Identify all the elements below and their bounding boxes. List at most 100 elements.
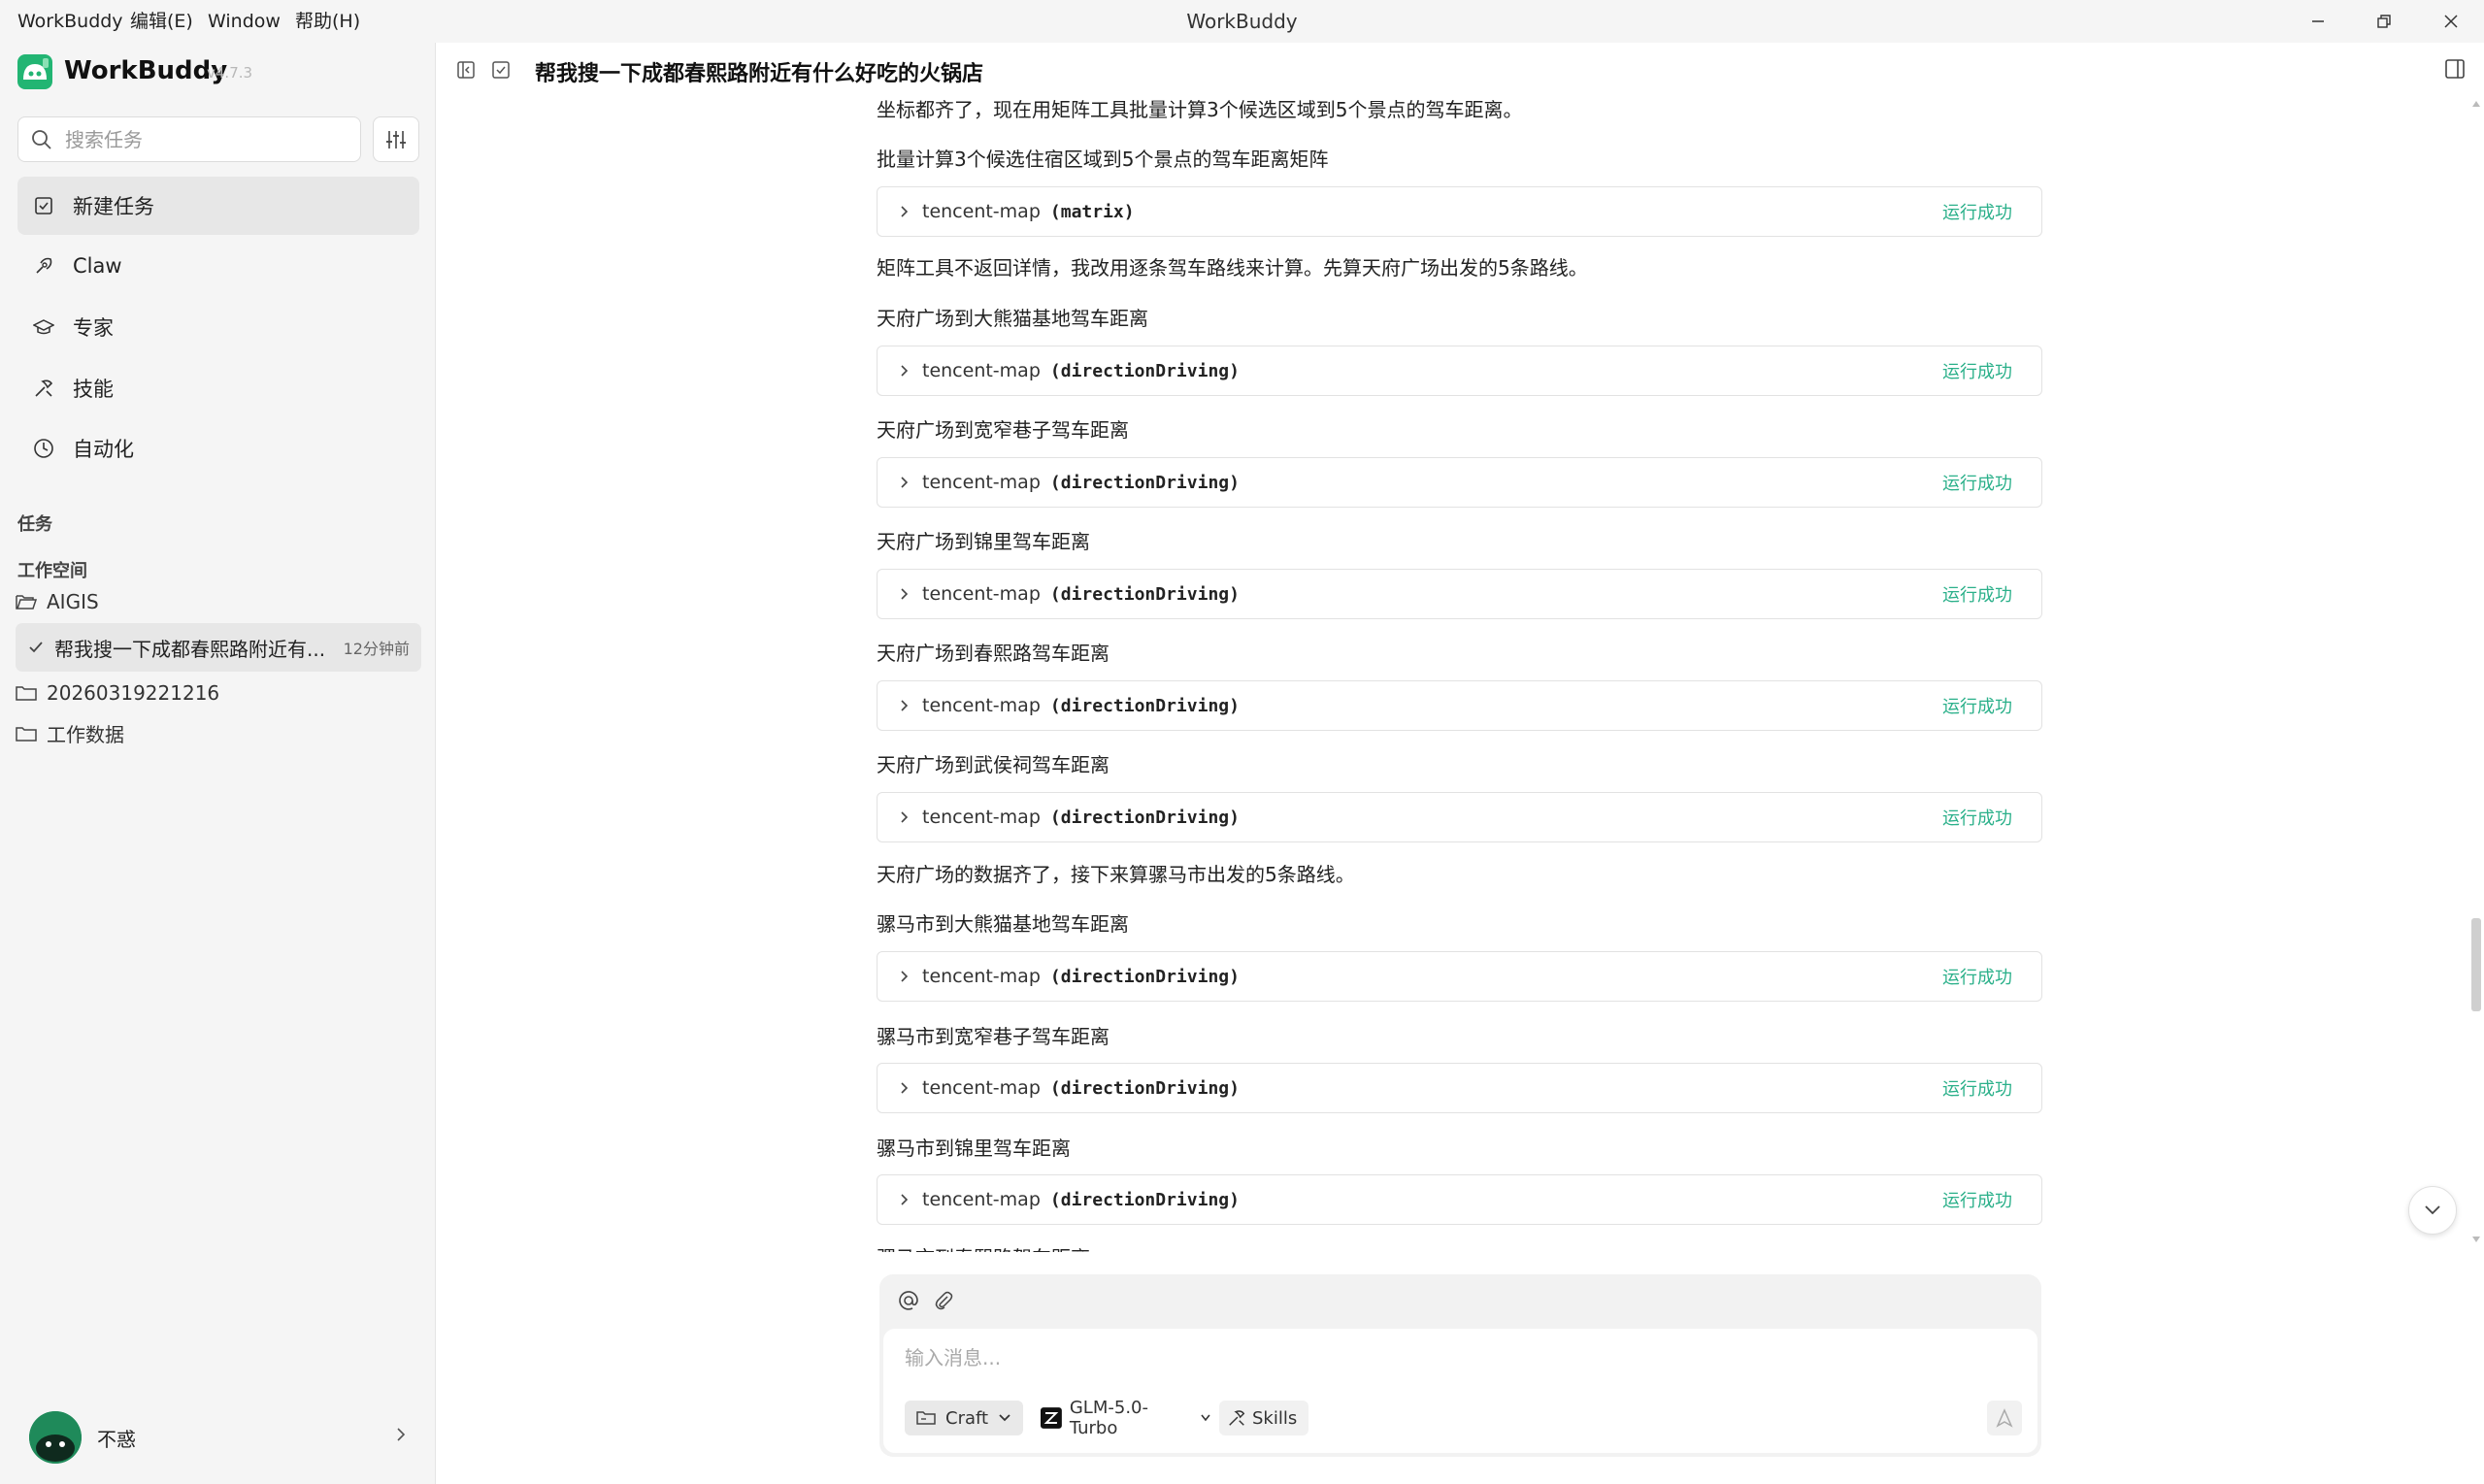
- mode-label: Craft: [945, 1407, 989, 1429]
- tool-function: (directionDriving): [1049, 472, 1240, 493]
- nav-automation[interactable]: 自动化: [17, 419, 419, 478]
- nav-skills[interactable]: 技能: [17, 359, 419, 417]
- sidebar: WorkBuddy v4.7.3 新建任务 Claw 专家 技能: [0, 43, 436, 1484]
- message-text: 矩阵工具不返回详情，我改用逐条驾车路线来计算。先算天府广场出发的5条路线。: [877, 256, 1588, 280]
- chevron-down-icon: [1201, 1414, 1210, 1422]
- chevron-right-icon: [901, 365, 909, 377]
- message-input[interactable]: [905, 1338, 1972, 1377]
- mode-select[interactable]: Craft: [905, 1401, 1023, 1435]
- nav-experts[interactable]: 专家: [17, 298, 419, 356]
- scroll-up-icon[interactable]: [2472, 101, 2480, 107]
- window-title: WorkBuddy: [1186, 10, 1298, 33]
- sliders-icon: [386, 130, 406, 148]
- nav-label: 自动化: [73, 438, 134, 461]
- status-badge: 运行成功: [1942, 1079, 2012, 1100]
- active-task-item[interactable]: 帮我搜一下成都春熙路附近有... 12分钟前: [16, 623, 421, 672]
- message-text: 天府广场到锦里驾车距离: [877, 530, 1090, 553]
- folder-item[interactable]: AIGIS: [16, 590, 99, 613]
- tool-name: tencent-map: [922, 1189, 1041, 1210]
- folder-label: AIGIS: [47, 590, 99, 613]
- search-input[interactable]: [65, 117, 356, 161]
- nav-label: 技能: [73, 378, 114, 401]
- skill-icon: [32, 377, 55, 400]
- scroll-to-bottom-button[interactable]: [2408, 1186, 2457, 1235]
- tool-call-card[interactable]: tencent-map (directionDriving) 运行成功: [877, 1174, 2042, 1225]
- toggle-panel-icon[interactable]: [2444, 58, 2466, 83]
- attachment-icon[interactable]: [931, 1288, 956, 1313]
- send-button[interactable]: [1987, 1401, 2022, 1435]
- chevron-down-icon: [2425, 1205, 2440, 1215]
- new-task-icon: [32, 194, 55, 217]
- tool-call-card[interactable]: tencent-map (directionDriving) 运行成功: [877, 569, 2042, 619]
- menu-edit[interactable]: 编辑(E): [130, 0, 193, 43]
- chevron-down-icon: [999, 1414, 1010, 1422]
- folder-icon: [916, 1411, 936, 1425]
- tasks-section-label: 任务: [17, 514, 52, 535]
- tool-function: (directionDriving): [1049, 1077, 1240, 1099]
- filter-button[interactable]: [373, 116, 419, 162]
- message-text: 坐标都齐了，现在用矩阵工具批量计算3个候选区域到5个景点的驾车距离。: [877, 98, 1523, 121]
- tool-name: tencent-map: [922, 1077, 1041, 1099]
- task-time: 12分钟前: [343, 640, 410, 658]
- chevron-right-icon: [901, 1194, 909, 1205]
- chevron-right-icon: [901, 971, 909, 982]
- message-text: 骡马市到锦里驾车距离: [877, 1137, 1071, 1160]
- message-text: 天府广场到宽窄巷子驾车距离: [877, 418, 1129, 442]
- status-badge: 运行成功: [1942, 808, 2012, 829]
- status-badge: 运行成功: [1942, 697, 2012, 717]
- message-text: 天府广场的数据齐了，接下来算骡马市出发的5条路线。: [877, 863, 1355, 886]
- status-badge: 运行成功: [1942, 1191, 2012, 1211]
- tool-call-card[interactable]: tencent-map (directionDriving) 运行成功: [877, 951, 2042, 1002]
- nav-label: 专家: [73, 316, 114, 340]
- message-text: 天府广场到春熙路驾车距离: [877, 642, 1110, 665]
- tool-call-card[interactable]: tencent-map (matrix) 运行成功: [877, 186, 2042, 237]
- folder-item[interactable]: 工作数据: [16, 719, 124, 747]
- scroll-down-icon[interactable]: [2472, 1237, 2480, 1242]
- chevron-right-icon: [901, 206, 909, 217]
- mention-icon[interactable]: [896, 1288, 921, 1313]
- new-task-header-icon[interactable]: [489, 58, 513, 82]
- status-badge: 运行成功: [1942, 362, 2012, 382]
- composer-input-area: Craft GLM-5.0-Turbo Skills: [883, 1329, 2037, 1453]
- tool-name: tencent-map: [922, 472, 1041, 493]
- tool-function: (directionDriving): [1049, 966, 1240, 987]
- clock-icon: [32, 437, 55, 460]
- tool-call-card[interactable]: tencent-map (directionDriving) 运行成功: [877, 792, 2042, 842]
- check-icon: [29, 642, 43, 653]
- folder-item[interactable]: 20260319221216: [16, 681, 219, 705]
- menu-window[interactable]: Window: [208, 0, 281, 43]
- menu-app[interactable]: WorkBuddy: [17, 0, 123, 43]
- tool-name: tencent-map: [922, 807, 1041, 828]
- scrollbar-thumb[interactable]: [2471, 918, 2481, 1011]
- search-box[interactable]: [17, 116, 361, 162]
- tool-call-card[interactable]: tencent-map (directionDriving) 运行成功: [877, 1063, 2042, 1113]
- chevron-right-icon: [397, 1428, 406, 1441]
- search-icon: [32, 130, 51, 149]
- chat-title: 帮我搜一下成都春熙路附近有什么好吃的火锅店: [535, 62, 984, 86]
- nav-label: 新建任务: [73, 195, 154, 218]
- user-profile[interactable]: 不惑: [29, 1410, 408, 1465]
- tool-call-card[interactable]: tencent-map (directionDriving) 运行成功: [877, 346, 2042, 396]
- tool-name: tencent-map: [922, 966, 1041, 987]
- nav-new-task[interactable]: 新建任务: [17, 177, 419, 235]
- tool-function: (directionDriving): [1049, 695, 1240, 716]
- minimize-button[interactable]: [2284, 0, 2352, 43]
- close-button[interactable]: [2417, 0, 2484, 43]
- status-badge: 运行成功: [1942, 968, 2012, 988]
- menu-help[interactable]: 帮助(H): [295, 0, 360, 43]
- chevron-right-icon: [901, 700, 909, 711]
- tool-function: (directionDriving): [1049, 583, 1240, 605]
- collapse-sidebar-icon[interactable]: [454, 58, 478, 82]
- tool-call-card[interactable]: tencent-map (directionDriving) 运行成功: [877, 457, 2042, 508]
- title-bar: WorkBuddy 编辑(E) Window 帮助(H) WorkBuddy: [0, 0, 2484, 43]
- model-select[interactable]: GLM-5.0-Turbo: [1037, 1398, 1211, 1438]
- workspace-section-label: 工作空间: [17, 561, 87, 581]
- message-text: 批量计算3个候选住宿区域到5个景点的驾车距离矩阵: [877, 148, 1329, 171]
- nav-claw[interactable]: Claw: [17, 237, 419, 295]
- tool-call-card[interactable]: tencent-map (directionDriving) 运行成功: [877, 680, 2042, 731]
- restore-button[interactable]: [2350, 0, 2418, 43]
- skills-button[interactable]: Skills: [1219, 1401, 1308, 1435]
- status-badge: 运行成功: [1942, 585, 2012, 606]
- folder-icon: [16, 686, 37, 701]
- folder-icon: [16, 726, 37, 742]
